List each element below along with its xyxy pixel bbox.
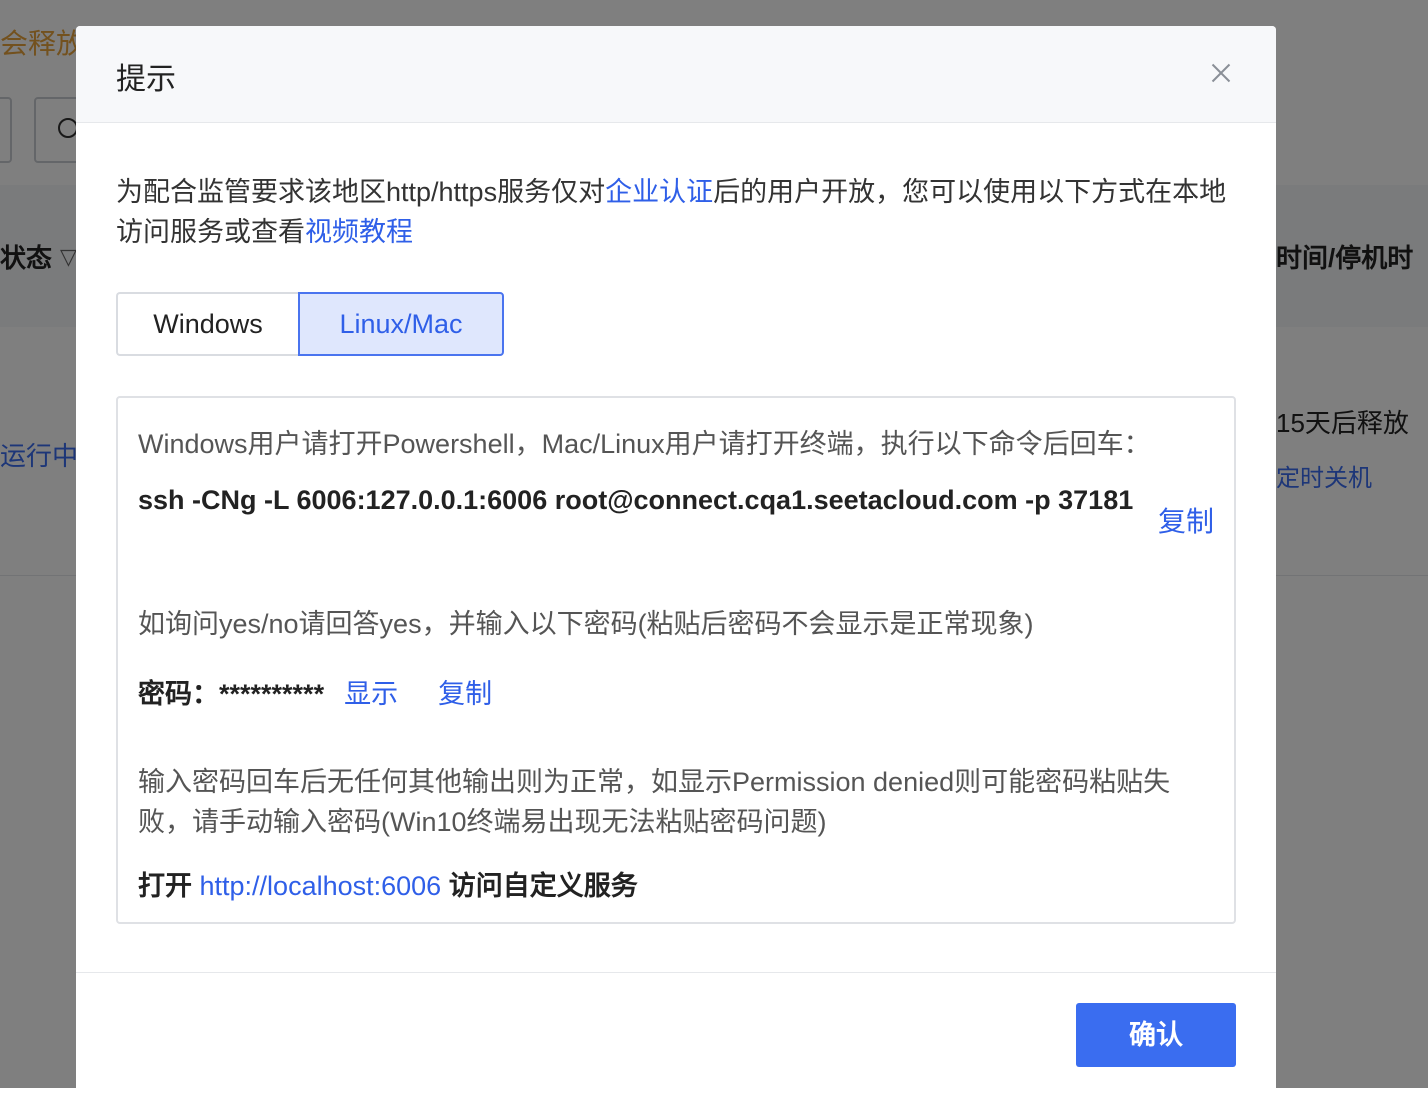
os-tabs: Windows Linux/Mac <box>116 292 504 356</box>
copy-command-button[interactable]: 复制 <box>1158 500 1214 540</box>
tab-linux-mac[interactable]: Linux/Mac <box>298 292 504 356</box>
open-prefix: 打开 <box>138 871 192 901</box>
enterprise-verification-link[interactable]: 企业认证 <box>605 177 713 207</box>
password-value: ********** <box>219 679 325 709</box>
dialog-intro: 为配合监管要求该地区http/https服务仅对企业认证后的用户开放，您可以使用… <box>116 172 1246 252</box>
show-password-button[interactable]: 显示 <box>344 679 398 709</box>
dialog-title: 提示 <box>116 63 176 96</box>
tab-windows[interactable]: Windows <box>116 292 298 356</box>
confirm-button[interactable]: 确认 <box>1076 1003 1236 1067</box>
localhost-link[interactable]: http://localhost:6006 <box>200 871 442 901</box>
terminal-instruction: Windows用户请打开Powershell，Mac/Linux用户请打开终端，… <box>138 429 1151 459</box>
dialog-footer-divider <box>76 972 1276 973</box>
password-row: 密码：********** 显示 复制 <box>138 672 492 711</box>
permission-note: 输入密码回车后无任何其他输出则为正常，如显示Permission denied则… <box>138 767 1171 837</box>
intro-text-1: 为配合监管要求该地区http/https服务仅对 <box>116 177 606 207</box>
dialog-header: 提示 <box>76 26 1276 123</box>
open-suffix: 访问自定义服务 <box>448 871 638 901</box>
yes-no-hint: 如询问yes/no请回答yes，并输入以下密码(粘贴后密码不会显示是正常现象) <box>138 609 1034 639</box>
ssh-tunnel-dialog: 提示 为配合监管要求该地区http/https服务仅对企业认证后的用户开放，您可… <box>76 26 1276 1106</box>
password-label: 密码： <box>138 679 219 709</box>
close-icon[interactable] <box>1209 61 1233 85</box>
open-service-row: 打开 http://localhost:6006 访问自定义服务 <box>138 864 638 903</box>
video-tutorial-link[interactable]: 视频教程 <box>305 217 413 247</box>
copy-password-button[interactable]: 复制 <box>438 679 492 709</box>
instructions-panel: Windows用户请打开Powershell，Mac/Linux用户请打开终端，… <box>116 396 1236 924</box>
ssh-command: ssh -CNg -L 6006:127.0.0.1:6006 root@con… <box>138 485 1134 515</box>
